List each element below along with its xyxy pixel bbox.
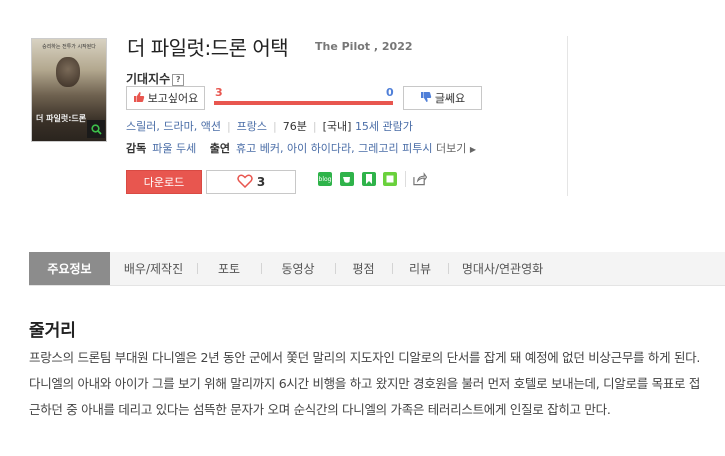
synopsis-text: 프랑스의 드론팀 부대원 다니엘은 2년 동안 군에서 쫓던 말리의 지도자인 … bbox=[29, 350, 701, 417]
movie-subtitle: The Pilot , 2022 bbox=[315, 40, 413, 53]
help-icon[interactable]: ? bbox=[172, 73, 185, 86]
want-to-see-button[interactable]: 보고싶어요 bbox=[126, 86, 205, 110]
blog-share-icon[interactable]: blog bbox=[318, 172, 332, 186]
like-count: 3 bbox=[256, 175, 266, 189]
download-button[interactable]: 다운로드 bbox=[126, 170, 202, 194]
chevron-right-icon: ▶ bbox=[469, 145, 477, 154]
tab-cast-crew[interactable]: 배우/제작진 bbox=[110, 252, 197, 285]
rating-prefix: [국내] bbox=[322, 120, 352, 133]
nah-count: 0 bbox=[386, 86, 394, 99]
genre-link[interactable]: 스릴러, 드라마, 액션 bbox=[126, 120, 221, 133]
more-link[interactable]: 더보기 ▶ bbox=[436, 142, 476, 155]
tab-video[interactable]: 동영상 bbox=[261, 252, 335, 285]
cast-label: 출연 bbox=[209, 142, 230, 155]
movie-title: 더 파일럿:드론 어택 bbox=[127, 36, 289, 60]
detail-tabs: 주요정보 배우/제작진 포토 동영상 평점 리뷰 명대사/연관영화 bbox=[29, 252, 725, 286]
expectation-label-text: 기대지수 bbox=[126, 72, 171, 86]
poster-figure bbox=[56, 57, 80, 87]
director-link[interactable]: 파울 두세 bbox=[152, 142, 196, 155]
tab-quotes-related[interactable]: 명대사/연관영화 bbox=[448, 252, 557, 285]
more-label: 더보기 bbox=[436, 142, 467, 155]
credits: 감독 파울 두세 출연 휴고 베커, 아이 하이다라, 그레고리 피투시 더보기 ▶ bbox=[126, 140, 476, 156]
tab-main-info[interactable]: 주요정보 bbox=[29, 252, 110, 285]
meta-separator: | bbox=[226, 120, 231, 133]
share-divider bbox=[405, 171, 406, 187]
thumbs-down-icon bbox=[420, 91, 432, 106]
expectation-bar bbox=[214, 101, 393, 105]
cast-links[interactable]: 휴고 베커, 아이 하이다라, 그레고리 피투시 bbox=[236, 142, 433, 155]
rating-link[interactable]: 15세 관람가 bbox=[355, 120, 413, 133]
movie-meta: 스릴러, 드라마, 액션 | 프랑스 | 76분 | [국내] 15세 관람가 bbox=[126, 118, 413, 134]
meta-separator: | bbox=[312, 120, 317, 133]
blog-share-icon-text: blog bbox=[318, 175, 332, 183]
bookmark-share-icon[interactable] bbox=[362, 172, 376, 186]
thumbs-up-icon bbox=[133, 91, 145, 106]
expectation-bar-fill bbox=[214, 101, 393, 105]
want-count: 3 bbox=[215, 86, 223, 99]
divider bbox=[567, 36, 568, 196]
want-to-see-label: 보고싶어요 bbox=[147, 92, 199, 105]
tab-review[interactable]: 리뷰 bbox=[392, 252, 448, 285]
synopsis-heading: 줄거리 bbox=[29, 321, 76, 341]
tab-rating[interactable]: 평점 bbox=[335, 252, 392, 285]
meta-separator: | bbox=[273, 120, 277, 133]
poster-tagline: 승리하는 전투가 시작된다 bbox=[42, 44, 96, 50]
country-link[interactable]: 프랑스 bbox=[237, 120, 267, 133]
director-label: 감독 bbox=[126, 142, 147, 155]
poster-title: 더 파일럿:드론 bbox=[36, 114, 87, 123]
not-sure-button[interactable]: 글쎄요 bbox=[403, 86, 482, 110]
runtime: 76분 bbox=[282, 120, 307, 133]
band-share-icon[interactable] bbox=[383, 172, 397, 186]
like-button[interactable]: 3 bbox=[206, 170, 296, 194]
heart-icon bbox=[237, 174, 253, 191]
not-sure-label: 글쎄요 bbox=[434, 92, 466, 105]
tab-photo[interactable]: 포토 bbox=[197, 252, 261, 285]
cafe-share-icon[interactable] bbox=[340, 172, 354, 186]
share-icon[interactable] bbox=[413, 172, 427, 186]
expectation-label: 기대지수? bbox=[126, 70, 185, 87]
zoom-icon[interactable] bbox=[87, 120, 105, 138]
